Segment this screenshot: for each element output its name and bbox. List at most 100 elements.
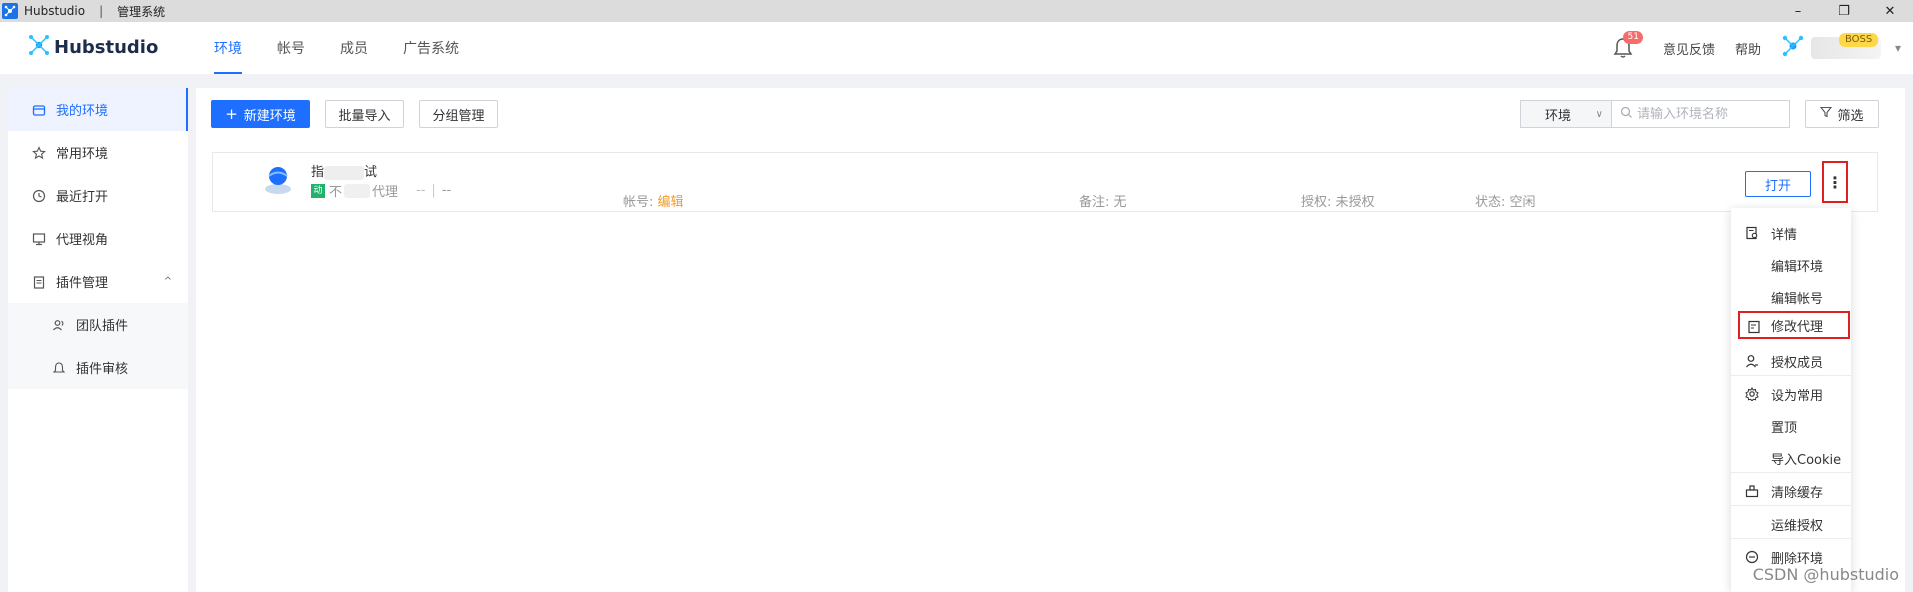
window-controls: – ❐ ✕ <box>1775 0 1913 22</box>
minimize-button[interactable]: – <box>1775 0 1821 22</box>
blurred-text <box>344 183 371 198</box>
feedback-link[interactable]: 意见反馈 <box>1663 39 1715 58</box>
env-row[interactable]: 指试 动 不代理 -- | -- 帐号: 编辑 备注: 无 授权: 未授权 状态… <box>212 152 1878 212</box>
env-name[interactable]: 指试 <box>311 161 377 180</box>
env-name-prefix: 指 <box>311 165 325 180</box>
nav-tabs: 环境 帐号 成员 广告系统 <box>214 22 494 74</box>
filter-button[interactable]: 筛选 <box>1805 100 1879 128</box>
sidebar-item-label: 插件审核 <box>76 362 129 377</box>
env-select-value: 环境 <box>1545 108 1572 124</box>
sidebar-item-favorite-env[interactable]: 常用环境 <box>8 131 188 174</box>
search-icon <box>1620 106 1633 123</box>
menu-item-import-cookie[interactable]: 导入Cookie <box>1731 444 1851 472</box>
menu-item-authorize-members[interactable]: 授权成员 <box>1731 347 1851 375</box>
status-field: 状态: 空闲 <box>1475 191 1536 210</box>
sidebar: 我的环境 常用环境 最近打开 代理视角 插件管理 ^ 团队插件 插件审核 <box>8 88 188 592</box>
account-label: 帐号: <box>623 195 654 210</box>
menu-item-edit-env[interactable]: 编辑环境 <box>1731 251 1851 279</box>
app-name: Hubstudio <box>24 4 86 18</box>
chevron-up-icon[interactable]: ^ <box>164 276 172 287</box>
search-input[interactable] <box>1637 106 1777 122</box>
menu-item-edit-proxy[interactable]: 修改代理 <box>1738 311 1850 339</box>
clock-icon <box>32 189 46 203</box>
account-edit-link[interactable]: 编辑 <box>658 195 684 210</box>
menu-item-ops-authorize[interactable]: 运维授权 <box>1731 510 1851 538</box>
sidebar-item-label: 我的环境 <box>56 104 109 119</box>
notification-bell[interactable]: 51 <box>1613 31 1643 59</box>
user-avatar-icon <box>1781 34 1805 62</box>
sidebar-item-label: 插件管理 <box>56 276 109 291</box>
menu-divider <box>1731 375 1851 376</box>
menu-item-clear-cache[interactable]: 清除缓存 <box>1731 477 1851 505</box>
brand-name: Hubstudio <box>54 37 159 58</box>
account-field: 帐号: 编辑 <box>623 191 684 210</box>
sidebar-item-plugin-manage[interactable]: 插件管理 ^ <box>8 260 188 303</box>
menu-item-set-favorite[interactable]: 设为常用 <box>1731 380 1851 408</box>
dynamic-tag: 动 <box>311 183 325 198</box>
menu-item-label: 修改代理 <box>1771 319 1824 335</box>
main-content: + 新建环境 批量导入 分组管理 环境 ∨ 筛选 指试 动 不代理 -- | -… <box>196 88 1905 592</box>
top-right-area: 51 意见反馈 帮助 BOSS ▾ <box>1613 22 1913 74</box>
batch-import-button[interactable]: 批量导入 <box>325 100 404 128</box>
title-separator: | <box>99 4 104 18</box>
brand-logo[interactable]: Hubstudio <box>28 34 158 61</box>
menu-item-pin-top[interactable]: 置顶 <box>1731 412 1851 440</box>
help-link[interactable]: 帮助 <box>1735 39 1761 58</box>
minus-circle-icon <box>1745 550 1759 564</box>
menu-item-detail[interactable]: 详情 <box>1731 219 1851 247</box>
tab-ad-system[interactable]: 广告系统 <box>403 22 459 74</box>
search-group: 环境 ∨ <box>1520 100 1790 128</box>
search-box <box>1612 100 1790 128</box>
close-button[interactable]: ✕ <box>1867 0 1913 22</box>
top-navbar: Hubstudio 环境 帐号 成员 广告系统 51 意见反馈 帮助 BOSS … <box>0 22 1913 74</box>
sidebar-item-team-plugin[interactable]: 团队插件 <box>8 303 188 346</box>
clipboard-icon <box>32 275 46 289</box>
auth-value: 未授权 <box>1335 195 1375 210</box>
remark-field: 备注: 无 <box>1079 191 1127 210</box>
shop-icon <box>32 103 46 117</box>
star-icon <box>32 145 46 160</box>
browser-env-icon <box>263 163 293 197</box>
sidebar-item-my-env[interactable]: 我的环境 <box>8 88 188 131</box>
env-proxy-info: 动 不 代理 -- | -- <box>311 181 451 200</box>
menu-item-label: 删除环境 <box>1771 551 1824 567</box>
window-titlebar: Hubstudio | 管理系统 – ❐ ✕ <box>0 0 1913 22</box>
chevron-down-icon[interactable]: ▾ <box>1895 41 1901 55</box>
open-button[interactable]: 打开 <box>1745 171 1811 197</box>
sidebar-submenu: 团队插件 插件审核 <box>8 303 188 389</box>
menu-divider <box>1731 472 1851 473</box>
user-role-badge: BOSS <box>1838 33 1879 47</box>
section-name: 管理系统 <box>117 4 166 19</box>
restore-button[interactable]: ❐ <box>1821 0 1867 22</box>
app-logo-icon <box>2 3 18 19</box>
more-options-icon[interactable]: ⋮ <box>1822 161 1848 203</box>
plus-icon: + <box>225 105 238 123</box>
team-icon <box>52 318 66 332</box>
tab-account[interactable]: 帐号 <box>277 22 305 74</box>
auth-label: 授权: <box>1301 195 1332 210</box>
proxy-prefix: 不 <box>329 185 343 200</box>
bell-icon <box>52 361 66 375</box>
gear-icon <box>1745 387 1759 402</box>
group-manage-button[interactable]: 分组管理 <box>419 100 498 128</box>
sidebar-item-plugin-review[interactable]: 插件审核 <box>8 346 188 389</box>
sidebar-item-recent[interactable]: 最近打开 <box>8 174 188 217</box>
tab-members[interactable]: 成员 <box>340 22 368 74</box>
menu-item-label: 授权成员 <box>1771 355 1824 371</box>
watermark-text: CSDN @hubstudio <box>1752 565 1899 584</box>
chevron-down-icon: ∨ <box>1595 108 1603 120</box>
status-value: 空闲 <box>1509 195 1536 210</box>
detail-icon <box>1745 226 1759 240</box>
meta-separator: | <box>431 183 436 198</box>
sidebar-item-label: 团队插件 <box>76 319 129 334</box>
env-action-menu: 详情 编辑环境 编辑帐号 修改代理 授权成员 设为常用 置顶 导入Cookie … <box>1731 208 1851 592</box>
env-type-select[interactable]: 环境 ∨ <box>1520 100 1612 128</box>
auth-field: 授权: 未授权 <box>1301 191 1375 210</box>
new-env-button[interactable]: + 新建环境 <box>211 100 310 128</box>
tab-environment[interactable]: 环境 <box>214 22 242 74</box>
sidebar-item-proxy-view[interactable]: 代理视角 <box>8 217 188 260</box>
menu-item-edit-account[interactable]: 编辑帐号 <box>1731 283 1851 311</box>
user-profile[interactable]: BOSS ▾ <box>1781 33 1901 63</box>
menu-divider <box>1731 505 1851 506</box>
broom-icon <box>1745 484 1759 498</box>
